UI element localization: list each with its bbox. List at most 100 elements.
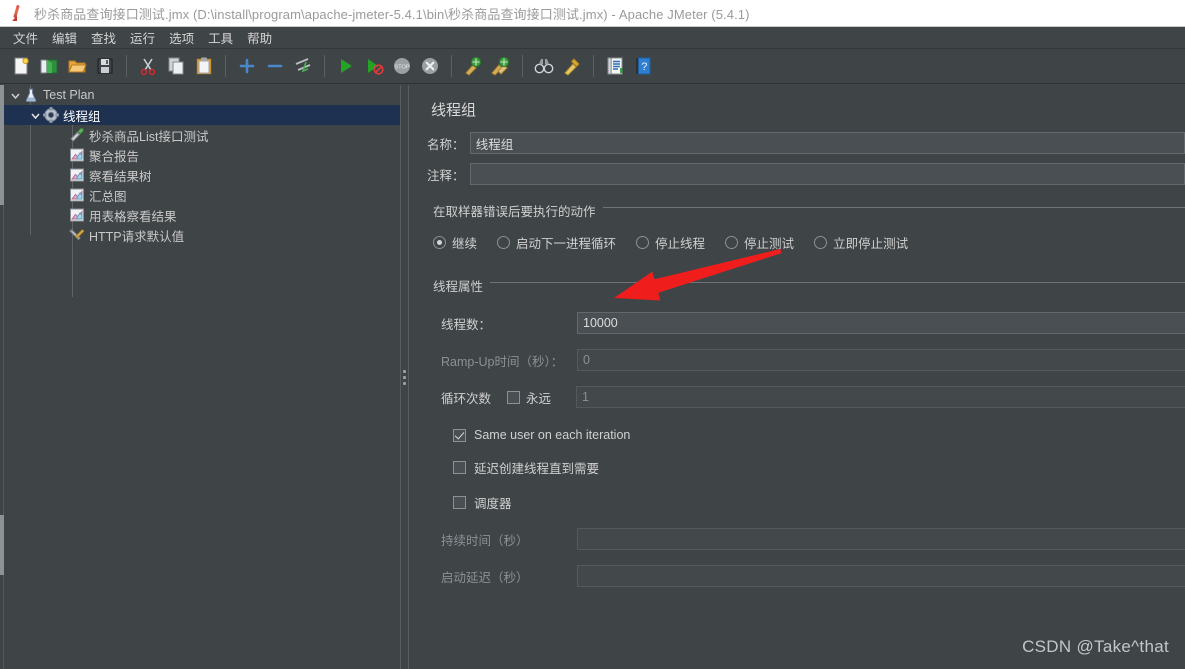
tree-node-test-plan[interactable]: Test Plan	[4, 85, 400, 105]
rampup-label: Ramp-Up时间（秒）：	[441, 354, 564, 369]
tree-node-thread-group[interactable]: 线程组	[4, 105, 400, 125]
startup-delay-input[interactable]	[577, 565, 1185, 587]
tree-node-label: 聚合报告	[89, 149, 140, 164]
group-border-line	[433, 282, 1185, 283]
radio-indicator-icon	[636, 236, 650, 249]
jmeter-feather-icon	[8, 4, 26, 22]
toolbar-paste[interactable]	[191, 53, 217, 79]
thread-group-gear-icon	[42, 107, 59, 124]
log-viewer-icon	[607, 57, 623, 75]
checkbox-label: 调度器	[474, 497, 512, 511]
toolbar-help[interactable]: ?	[630, 53, 656, 79]
paste-clipboard-icon	[196, 57, 212, 75]
shutdown-icon	[422, 58, 438, 74]
radio-stop-test[interactable]: 停止测试	[725, 233, 794, 252]
listener-chart-icon	[68, 167, 85, 184]
thread-count-input[interactable]: 10000	[577, 312, 1185, 334]
comment-label: 注释：	[427, 168, 465, 183]
name-input[interactable]: 线程组	[469, 132, 1185, 154]
menu-run[interactable]: 运行	[123, 26, 162, 49]
toolbar-open[interactable]	[64, 53, 90, 79]
checkbox-label: 延迟创建线程直到需要	[474, 462, 600, 476]
rampup-input[interactable]: 0	[577, 349, 1185, 371]
toolbar-shutdown[interactable]	[417, 53, 443, 79]
error-action-legend: 在取样器错误后要执行的动作	[433, 201, 603, 220]
loop-count-input[interactable]: 1	[576, 386, 1185, 408]
menu-file[interactable]: 文件	[6, 26, 45, 49]
menu-help[interactable]: 帮助	[240, 26, 279, 49]
checkbox-indicator-icon	[453, 428, 466, 442]
page-title: 线程组	[431, 102, 477, 119]
radio-indicator-icon	[497, 236, 511, 249]
duration-input[interactable]	[577, 528, 1185, 550]
checkbox-scheduler[interactable]: 调度器	[453, 493, 1185, 512]
menu-bar: 文件 编辑 查找 运行 选项 工具 帮助	[0, 27, 1185, 49]
watermark-text: CSDN @Take^that	[1022, 637, 1169, 656]
toolbar-copy[interactable]	[163, 53, 189, 79]
toolbar-collapse-all[interactable]	[262, 53, 288, 79]
chevron-down-icon[interactable]	[8, 88, 22, 102]
tree-node-view-results-table[interactable]: 用表格察看结果	[4, 205, 400, 225]
cut-scissors-icon	[140, 58, 156, 76]
radio-start-next-loop[interactable]: 启动下一进程循环	[497, 233, 616, 252]
radio-indicator-icon	[725, 236, 739, 249]
toolbar-separator	[522, 55, 523, 77]
panel-splitter[interactable]	[400, 85, 409, 669]
copy-icon	[168, 57, 184, 75]
tree-node-label: 秒杀商品List接口测试	[89, 129, 209, 144]
toolbar-search[interactable]	[531, 53, 557, 79]
checkbox-forever[interactable]	[507, 390, 520, 404]
toolbar-start[interactable]	[333, 53, 359, 79]
tree-node-http-sampler[interactable]: 秒杀商品List接口测试	[4, 125, 400, 145]
start-no-timers-icon	[368, 59, 384, 75]
toolbar-cut[interactable]	[135, 53, 161, 79]
toolbar-templates[interactable]	[36, 53, 62, 79]
toolbar-reset-search[interactable]	[559, 53, 585, 79]
checkbox-same-user[interactable]: Same user on each iteration	[453, 428, 1185, 442]
radio-indicator-icon	[814, 236, 828, 249]
chevron-down-icon[interactable]	[28, 108, 42, 122]
stop-icon: STOP	[394, 58, 410, 74]
tree-node-http-defaults[interactable]: HTTP请求默认值	[4, 225, 400, 245]
menu-search[interactable]: 查找	[84, 26, 123, 49]
radio-stop-test-now[interactable]: 立即停止测试	[814, 233, 908, 252]
listener-chart-icon	[68, 187, 85, 204]
menu-tools[interactable]: 工具	[201, 26, 240, 49]
name-label: 名称：	[427, 137, 465, 152]
tree-node-graph-results[interactable]: 汇总图	[4, 185, 400, 205]
menu-options[interactable]: 选项	[162, 26, 201, 49]
toolbar-clear-all[interactable]	[488, 53, 514, 79]
thread-properties-group: 线程属性 线程数： 10000 Ramp-Up时间（秒）： 0 循环次数 永远 …	[433, 274, 1185, 587]
toolbar-expand-all[interactable]	[234, 53, 260, 79]
start-play-icon	[341, 59, 352, 73]
forever-label: 永远	[526, 391, 552, 406]
toolbar-separator	[324, 55, 325, 77]
tree-node-label: 汇总图	[89, 189, 127, 204]
radio-stop-thread[interactable]: 停止线程	[636, 233, 705, 252]
toolbar-save[interactable]	[92, 53, 118, 79]
toolbar-log-viewer[interactable]	[602, 53, 628, 79]
radio-label: 继续	[452, 237, 478, 251]
menu-edit[interactable]: 编辑	[45, 26, 84, 49]
tree-node-label: 用表格察看结果	[89, 209, 177, 224]
duration-row: 持续时间（秒）	[433, 528, 1185, 550]
comment-input[interactable]	[469, 163, 1185, 185]
tree-node-view-results-tree[interactable]: 察看结果树	[4, 165, 400, 185]
save-icon	[97, 58, 113, 74]
radio-label: 启动下一进程循环	[516, 237, 617, 251]
http-sampler-pipette-icon	[68, 127, 85, 144]
toolbar-clear[interactable]	[460, 53, 486, 79]
startup-delay-row: 启动延迟（秒）	[433, 565, 1185, 587]
radio-label: 停止测试	[744, 237, 795, 251]
thread-count-label: 线程数：	[441, 317, 492, 332]
toolbar-start-no-pauses[interactable]	[361, 53, 387, 79]
checkbox-delay-thread-creation[interactable]: 延迟创建线程直到需要	[453, 458, 1185, 477]
tree-node-aggregate-report[interactable]: 聚合报告	[4, 145, 400, 165]
checkbox-label: Same user on each iteration	[474, 428, 631, 442]
toolbar-stop[interactable]: STOP	[389, 53, 415, 79]
splitter-grip-icon[interactable]	[403, 369, 406, 385]
toolbar-new[interactable]	[8, 53, 34, 79]
test-plan-tree[interactable]: Test Plan 线程组 秒杀商品List接口测试 聚合报告 察看结果树 汇总…	[4, 85, 400, 669]
toolbar-toggle[interactable]	[290, 53, 316, 79]
radio-continue[interactable]: 继续	[433, 233, 477, 252]
